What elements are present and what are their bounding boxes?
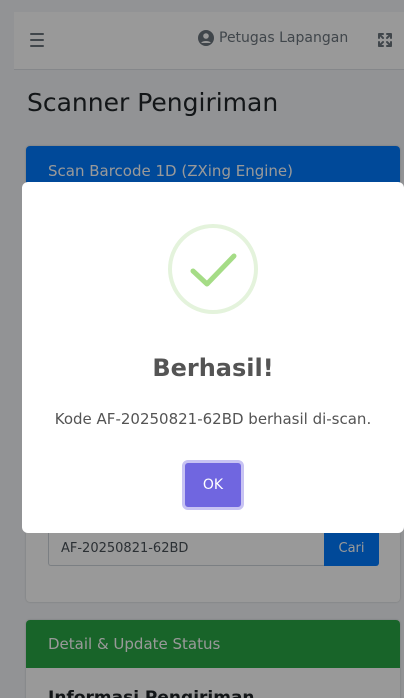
success-check-icon [168,224,258,314]
success-modal: Berhasil! Kode AF-20250821-62BD berhasil… [22,182,404,533]
ok-button[interactable]: OK [182,460,244,510]
modal-title: Berhasil! [152,354,274,382]
modal-message: Kode AF-20250821-62BD berhasil di-scan. [54,410,372,428]
app-frame: Petugas Lapangan Scanner Pengiriman Scan… [0,0,404,698]
